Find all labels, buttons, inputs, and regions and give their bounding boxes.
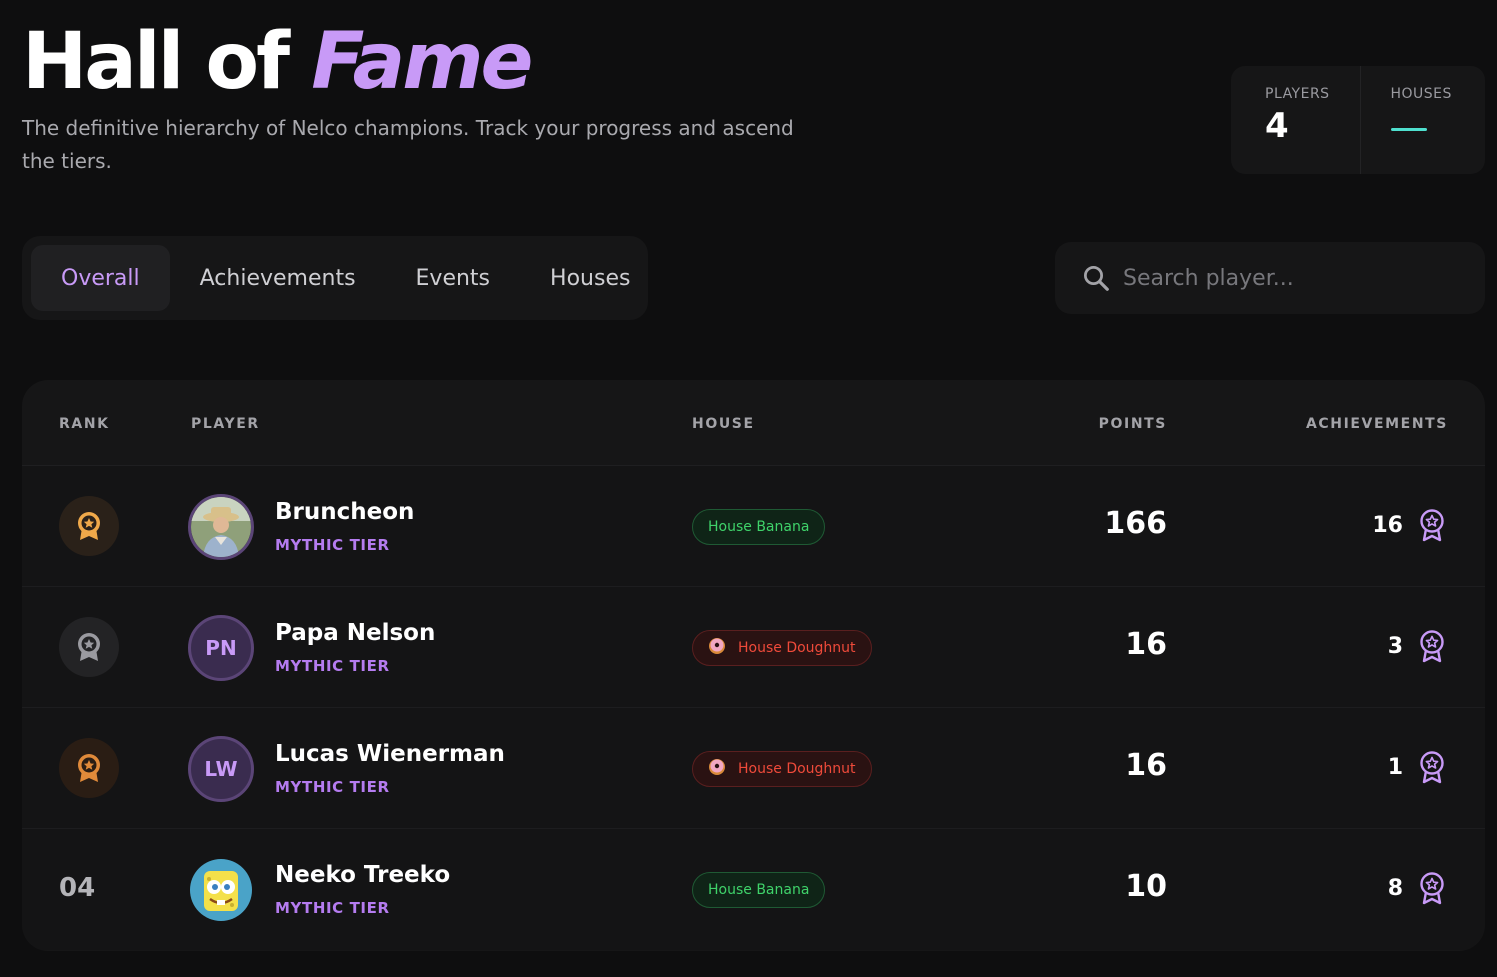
achievement-badge-icon [1420,872,1444,905]
table-header: RANK PLAYER HOUSE POINTS ACHIEVEMENTS [22,380,1485,466]
title-main: Hall of [22,17,290,107]
achievements-cell: 8 [1388,871,1447,905]
search-box [1055,242,1485,314]
title-accent: Fame [311,17,533,107]
silver-medal-icon [59,617,119,677]
stats-card: PLAYERS 4 HOUSES [1231,66,1485,174]
table-row[interactable]: 04 Neeko Treeko MYTHIC TIER House Banana… [22,829,1485,950]
achievement-badge-icon [1420,630,1444,663]
header-rank: RANK [59,416,110,432]
achievements-count: 16 [1372,512,1403,538]
tab-events[interactable]: Events [386,245,521,311]
hall-of-fame-page: Hall of Fame The definitive hierarchy of… [0,0,1497,977]
table-row[interactable]: PN Papa Nelson MYTHIC TIER House Doughnu… [22,587,1485,708]
avatar: LW [188,736,254,802]
player-name[interactable]: Papa Nelson [275,620,435,646]
avatar [188,857,254,923]
tab-achievements[interactable]: Achievements [170,245,386,311]
bronze-medal-icon [59,738,119,798]
house-name: House Banana [708,519,810,535]
achievements-cell: 16 [1372,508,1447,542]
page-subtitle: The definitive hierarchy of Nelco champi… [22,116,794,173]
house-badge: House Banana [692,509,826,545]
avatar: PN [188,615,254,681]
player-tier: MYTHIC TIER [275,657,390,675]
house-badge: House Doughnut [692,630,872,666]
search-input[interactable] [1123,265,1443,291]
leaderboard-tabs: Overall Achievements Events Houses [22,236,648,320]
player-name[interactable]: Neeko Treeko [275,862,450,888]
house-name: House Doughnut [738,761,856,777]
achievements-cell: 1 [1388,750,1447,784]
rank-number: 04 [59,873,96,903]
gold-medal-icon [59,496,119,556]
tab-houses[interactable]: Houses [520,245,660,311]
points-value: 166 [1104,506,1167,541]
achievements-cell: 3 [1388,629,1447,663]
house-badge: House Banana [692,872,826,908]
achievement-badge-icon [1420,751,1444,784]
house-name: House Banana [708,882,810,898]
leaderboard-table: RANK PLAYER HOUSE POINTS ACHIEVEMENTS Br… [22,380,1485,951]
house-badge: House Doughnut [692,751,872,787]
points-value: 16 [1125,748,1167,783]
header-house: HOUSE [692,416,755,432]
doughnut-icon [708,637,726,659]
achievement-badge-icon [1420,509,1444,542]
avatar [188,494,254,560]
player-name[interactable]: Lucas Wienerman [275,741,505,767]
players-label: PLAYERS [1265,86,1330,102]
player-tier: MYTHIC TIER [275,536,390,554]
table-row[interactable]: LW Lucas Wienerman MYTHIC TIER House Dou… [22,708,1485,829]
points-value: 16 [1125,627,1167,662]
tab-overall[interactable]: Overall [31,245,170,311]
table-row[interactable]: Bruncheon MYTHIC TIER House Banana 166 1… [22,466,1485,587]
doughnut-icon [708,758,726,780]
players-stat: PLAYERS 4 [1231,66,1360,174]
achievements-count: 1 [1387,754,1403,780]
achievements-count: 8 [1387,875,1403,901]
page-title: Hall of Fame [22,14,533,110]
player-name[interactable]: Bruncheon [275,499,414,525]
houses-label: HOUSES [1390,86,1452,102]
houses-stat: HOUSES [1359,66,1486,174]
players-value: 4 [1265,106,1289,146]
player-tier: MYTHIC TIER [275,899,390,917]
house-name: House Doughnut [738,640,856,656]
houses-value-placeholder [1390,128,1427,131]
header-points: POINTS [1098,416,1167,432]
achievements-count: 3 [1387,633,1403,659]
header-player: PLAYER [191,416,260,432]
player-tier: MYTHIC TIER [275,778,390,796]
points-value: 10 [1125,869,1167,904]
search-icon [1084,266,1109,291]
header-achievements: ACHIEVEMENTS [1305,416,1448,432]
